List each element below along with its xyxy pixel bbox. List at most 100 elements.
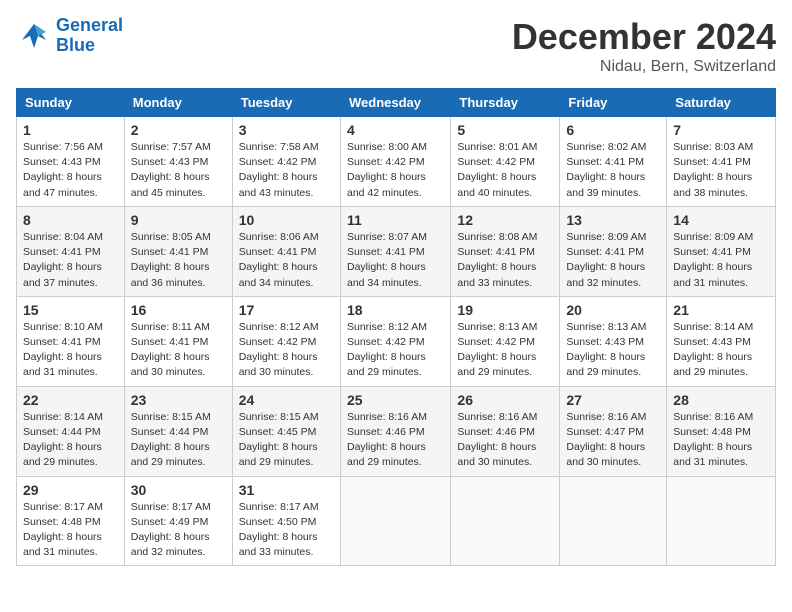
calendar-cell: 21 Sunrise: 8:14 AM Sunset: 4:43 PM Dayl… (667, 296, 776, 386)
calendar-cell: 10 Sunrise: 8:06 AM Sunset: 4:41 PM Dayl… (232, 206, 340, 296)
day-number: 18 (347, 302, 444, 318)
day-number: 12 (457, 212, 553, 228)
day-number: 1 (23, 122, 118, 138)
calendar-cell (667, 476, 776, 566)
day-number: 19 (457, 302, 553, 318)
logo-icon (16, 18, 52, 54)
day-number: 24 (239, 392, 334, 408)
day-info: Sunrise: 8:01 AM Sunset: 4:42 PM Dayligh… (457, 140, 553, 201)
calendar-cell: 31 Sunrise: 8:17 AM Sunset: 4:50 PM Dayl… (232, 476, 340, 566)
day-info: Sunrise: 8:07 AM Sunset: 4:41 PM Dayligh… (347, 230, 444, 291)
day-info: Sunrise: 8:02 AM Sunset: 4:41 PM Dayligh… (566, 140, 660, 201)
column-header-saturday: Saturday (667, 89, 776, 117)
calendar-week-row: 8 Sunrise: 8:04 AM Sunset: 4:41 PM Dayli… (17, 206, 776, 296)
calendar-cell: 19 Sunrise: 8:13 AM Sunset: 4:42 PM Dayl… (451, 296, 560, 386)
calendar-cell: 28 Sunrise: 8:16 AM Sunset: 4:48 PM Dayl… (667, 386, 776, 476)
day-number: 14 (673, 212, 769, 228)
day-number: 5 (457, 122, 553, 138)
calendar-cell: 23 Sunrise: 8:15 AM Sunset: 4:44 PM Dayl… (124, 386, 232, 476)
calendar-cell: 12 Sunrise: 8:08 AM Sunset: 4:41 PM Dayl… (451, 206, 560, 296)
calendar-cell: 8 Sunrise: 8:04 AM Sunset: 4:41 PM Dayli… (17, 206, 125, 296)
day-number: 7 (673, 122, 769, 138)
day-info: Sunrise: 8:05 AM Sunset: 4:41 PM Dayligh… (131, 230, 226, 291)
day-info: Sunrise: 8:08 AM Sunset: 4:41 PM Dayligh… (457, 230, 553, 291)
calendar-cell: 20 Sunrise: 8:13 AM Sunset: 4:43 PM Dayl… (560, 296, 667, 386)
calendar-table: SundayMondayTuesdayWednesdayThursdayFrid… (16, 88, 776, 566)
calendar-cell: 3 Sunrise: 7:58 AM Sunset: 4:42 PM Dayli… (232, 117, 340, 207)
day-number: 15 (23, 302, 118, 318)
day-info: Sunrise: 8:12 AM Sunset: 4:42 PM Dayligh… (347, 320, 444, 381)
calendar-cell: 13 Sunrise: 8:09 AM Sunset: 4:41 PM Dayl… (560, 206, 667, 296)
day-number: 10 (239, 212, 334, 228)
title-area: December 2024 Nidau, Bern, Switzerland (512, 16, 776, 76)
day-number: 31 (239, 482, 334, 498)
day-info: Sunrise: 8:10 AM Sunset: 4:41 PM Dayligh… (23, 320, 118, 381)
day-info: Sunrise: 8:13 AM Sunset: 4:42 PM Dayligh… (457, 320, 553, 381)
day-info: Sunrise: 7:56 AM Sunset: 4:43 PM Dayligh… (23, 140, 118, 201)
day-info: Sunrise: 8:17 AM Sunset: 4:48 PM Dayligh… (23, 500, 118, 561)
calendar-cell: 11 Sunrise: 8:07 AM Sunset: 4:41 PM Dayl… (340, 206, 450, 296)
column-header-monday: Monday (124, 89, 232, 117)
location-subtitle: Nidau, Bern, Switzerland (512, 58, 776, 76)
day-info: Sunrise: 8:15 AM Sunset: 4:45 PM Dayligh… (239, 410, 334, 471)
day-info: Sunrise: 7:57 AM Sunset: 4:43 PM Dayligh… (131, 140, 226, 201)
day-info: Sunrise: 8:16 AM Sunset: 4:48 PM Dayligh… (673, 410, 769, 471)
column-header-sunday: Sunday (17, 89, 125, 117)
day-number: 25 (347, 392, 444, 408)
day-info: Sunrise: 8:16 AM Sunset: 4:47 PM Dayligh… (566, 410, 660, 471)
calendar-cell (560, 476, 667, 566)
calendar-cell: 5 Sunrise: 8:01 AM Sunset: 4:42 PM Dayli… (451, 117, 560, 207)
calendar-cell: 7 Sunrise: 8:03 AM Sunset: 4:41 PM Dayli… (667, 117, 776, 207)
day-info: Sunrise: 8:16 AM Sunset: 4:46 PM Dayligh… (347, 410, 444, 471)
calendar-cell: 18 Sunrise: 8:12 AM Sunset: 4:42 PM Dayl… (340, 296, 450, 386)
calendar-cell (340, 476, 450, 566)
column-header-friday: Friday (560, 89, 667, 117)
day-number: 4 (347, 122, 444, 138)
day-number: 26 (457, 392, 553, 408)
day-info: Sunrise: 7:58 AM Sunset: 4:42 PM Dayligh… (239, 140, 334, 201)
calendar-week-row: 1 Sunrise: 7:56 AM Sunset: 4:43 PM Dayli… (17, 117, 776, 207)
calendar-cell: 29 Sunrise: 8:17 AM Sunset: 4:48 PM Dayl… (17, 476, 125, 566)
logo-text: General Blue (56, 16, 123, 56)
calendar-cell: 2 Sunrise: 7:57 AM Sunset: 4:43 PM Dayli… (124, 117, 232, 207)
day-number: 20 (566, 302, 660, 318)
day-number: 2 (131, 122, 226, 138)
calendar-cell: 15 Sunrise: 8:10 AM Sunset: 4:41 PM Dayl… (17, 296, 125, 386)
calendar-cell: 1 Sunrise: 7:56 AM Sunset: 4:43 PM Dayli… (17, 117, 125, 207)
calendar-cell: 6 Sunrise: 8:02 AM Sunset: 4:41 PM Dayli… (560, 117, 667, 207)
calendar-cell: 17 Sunrise: 8:12 AM Sunset: 4:42 PM Dayl… (232, 296, 340, 386)
day-info: Sunrise: 8:13 AM Sunset: 4:43 PM Dayligh… (566, 320, 660, 381)
day-info: Sunrise: 8:17 AM Sunset: 4:49 PM Dayligh… (131, 500, 226, 561)
day-info: Sunrise: 8:14 AM Sunset: 4:44 PM Dayligh… (23, 410, 118, 471)
day-number: 29 (23, 482, 118, 498)
day-number: 11 (347, 212, 444, 228)
day-info: Sunrise: 8:09 AM Sunset: 4:41 PM Dayligh… (566, 230, 660, 291)
day-info: Sunrise: 8:12 AM Sunset: 4:42 PM Dayligh… (239, 320, 334, 381)
calendar-cell: 16 Sunrise: 8:11 AM Sunset: 4:41 PM Dayl… (124, 296, 232, 386)
column-header-wednesday: Wednesday (340, 89, 450, 117)
calendar-cell: 26 Sunrise: 8:16 AM Sunset: 4:46 PM Dayl… (451, 386, 560, 476)
calendar-cell: 24 Sunrise: 8:15 AM Sunset: 4:45 PM Dayl… (232, 386, 340, 476)
day-info: Sunrise: 8:17 AM Sunset: 4:50 PM Dayligh… (239, 500, 334, 561)
day-info: Sunrise: 8:04 AM Sunset: 4:41 PM Dayligh… (23, 230, 118, 291)
day-number: 21 (673, 302, 769, 318)
calendar-week-row: 29 Sunrise: 8:17 AM Sunset: 4:48 PM Dayl… (17, 476, 776, 566)
page-header: General Blue December 2024 Nidau, Bern, … (16, 16, 776, 76)
day-number: 13 (566, 212, 660, 228)
day-number: 30 (131, 482, 226, 498)
day-info: Sunrise: 8:14 AM Sunset: 4:43 PM Dayligh… (673, 320, 769, 381)
calendar-cell: 9 Sunrise: 8:05 AM Sunset: 4:41 PM Dayli… (124, 206, 232, 296)
day-info: Sunrise: 8:15 AM Sunset: 4:44 PM Dayligh… (131, 410, 226, 471)
day-info: Sunrise: 8:16 AM Sunset: 4:46 PM Dayligh… (457, 410, 553, 471)
calendar-cell: 14 Sunrise: 8:09 AM Sunset: 4:41 PM Dayl… (667, 206, 776, 296)
day-number: 6 (566, 122, 660, 138)
day-number: 28 (673, 392, 769, 408)
month-title: December 2024 (512, 16, 776, 58)
column-header-thursday: Thursday (451, 89, 560, 117)
day-number: 22 (23, 392, 118, 408)
day-info: Sunrise: 8:09 AM Sunset: 4:41 PM Dayligh… (673, 230, 769, 291)
day-info: Sunrise: 8:11 AM Sunset: 4:41 PM Dayligh… (131, 320, 226, 381)
calendar-cell: 22 Sunrise: 8:14 AM Sunset: 4:44 PM Dayl… (17, 386, 125, 476)
day-info: Sunrise: 8:03 AM Sunset: 4:41 PM Dayligh… (673, 140, 769, 201)
day-number: 16 (131, 302, 226, 318)
